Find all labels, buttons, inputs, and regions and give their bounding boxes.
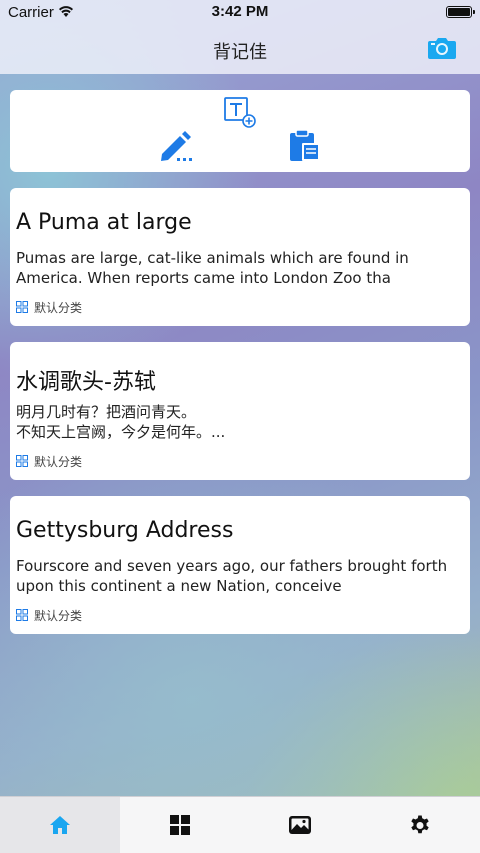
note-card[interactable]: A Puma at large Pumas are large, cat-lik… — [10, 188, 470, 326]
camera-icon[interactable] — [427, 36, 457, 60]
category-icon — [16, 301, 28, 313]
tab-photos[interactable] — [240, 797, 360, 853]
category-label: 默认分类 — [34, 454, 83, 469]
battery-icon — [446, 6, 475, 18]
tab-categories[interactable] — [120, 797, 240, 853]
quick-actions-card — [10, 90, 470, 172]
photo-icon — [289, 816, 311, 834]
note-preview: 明月几时有？把酒问青天。 不知天上宫阙，今夕是何年。... — [16, 403, 226, 441]
note-title: 水调歌头-苏轼 — [16, 370, 156, 395]
grid-icon — [170, 815, 190, 835]
note-title: Gettysburg Address — [16, 518, 234, 543]
home-icon — [50, 816, 70, 834]
note-card[interactable]: Gettysburg Address Fourscore and seven y… — [10, 496, 470, 634]
tab-home[interactable] — [0, 797, 120, 853]
clipboard-icon[interactable] — [287, 128, 323, 164]
note-preview: Pumas are large, cat-like animals which … — [16, 249, 409, 287]
note-category: 默认分类 — [16, 607, 82, 623]
note-card[interactable]: 水调歌头-苏轼 明月几时有？把酒问青天。 不知天上宫阙，今夕是何年。... 默认… — [10, 342, 470, 480]
note-preview: Fourscore and seven years ago, our fathe… — [16, 557, 448, 595]
category-icon — [16, 609, 28, 621]
category-label: 默认分类 — [34, 608, 83, 623]
nav-title: 背记佳 — [213, 42, 267, 63]
note-title: A Puma at large — [16, 210, 192, 235]
note-category: 默认分类 — [16, 453, 82, 469]
category-label: 默认分类 — [34, 300, 83, 315]
status-time: 3:42 PM — [211, 3, 269, 20]
tab-bar — [0, 796, 480, 853]
gear-icon — [411, 815, 429, 834]
note-category: 默认分类 — [16, 299, 82, 315]
text-add-icon[interactable] — [223, 96, 257, 128]
status-bar: Carrier 3:42 PM — [0, 0, 480, 24]
pen-icon[interactable] — [158, 128, 194, 164]
tab-settings[interactable] — [360, 797, 480, 853]
category-icon — [16, 455, 28, 467]
